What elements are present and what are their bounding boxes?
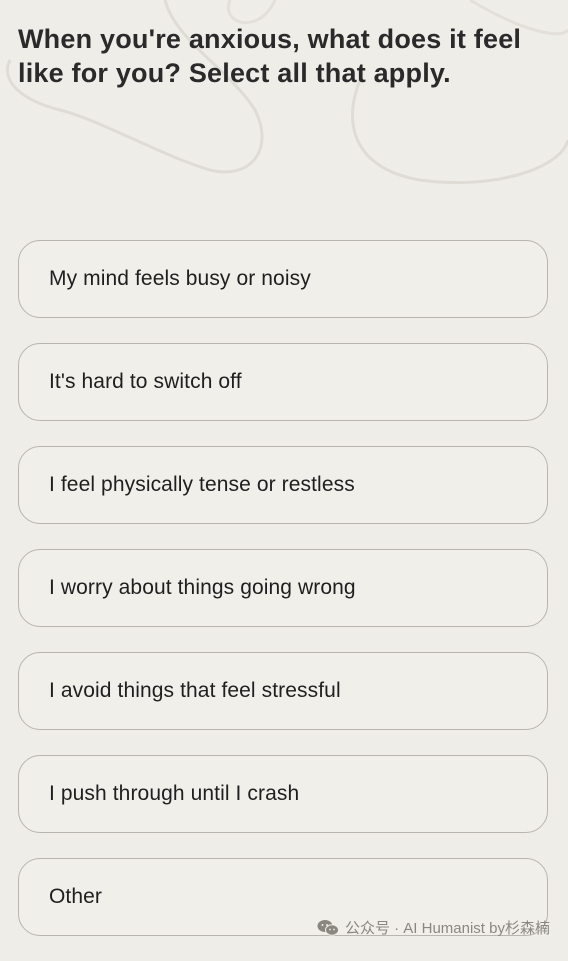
option-physically-tense[interactable]: I feel physically tense or restless (18, 446, 548, 524)
option-worry-things-wrong[interactable]: I worry about things going wrong (18, 549, 548, 627)
option-label: I push through until I crash (49, 782, 300, 805)
option-label: I worry about things going wrong (49, 576, 356, 599)
options-list: My mind feels busy or noisy It's hard to… (18, 240, 548, 961)
watermark-text: 公众号 · AI Humanist by杉森楠 (344, 920, 550, 937)
watermark: 公众号 · AI Humanist by杉森楠 (317, 917, 550, 938)
option-hard-to-switch-off[interactable]: It's hard to switch off (18, 343, 548, 421)
question-heading: When you're anxious, what does it feel l… (18, 24, 522, 88)
option-label: I avoid things that feel stressful (49, 679, 341, 702)
option-label: I feel physically tense or restless (49, 473, 355, 496)
wechat-icon (317, 919, 339, 936)
option-label: My mind feels busy or noisy (49, 267, 311, 290)
option-mind-busy[interactable]: My mind feels busy or noisy (18, 240, 548, 318)
option-label: It's hard to switch off (49, 370, 242, 393)
option-label: Other (49, 885, 103, 908)
option-push-through[interactable]: I push through until I crash (18, 755, 548, 833)
option-avoid-stressful[interactable]: I avoid things that feel stressful (18, 652, 548, 730)
